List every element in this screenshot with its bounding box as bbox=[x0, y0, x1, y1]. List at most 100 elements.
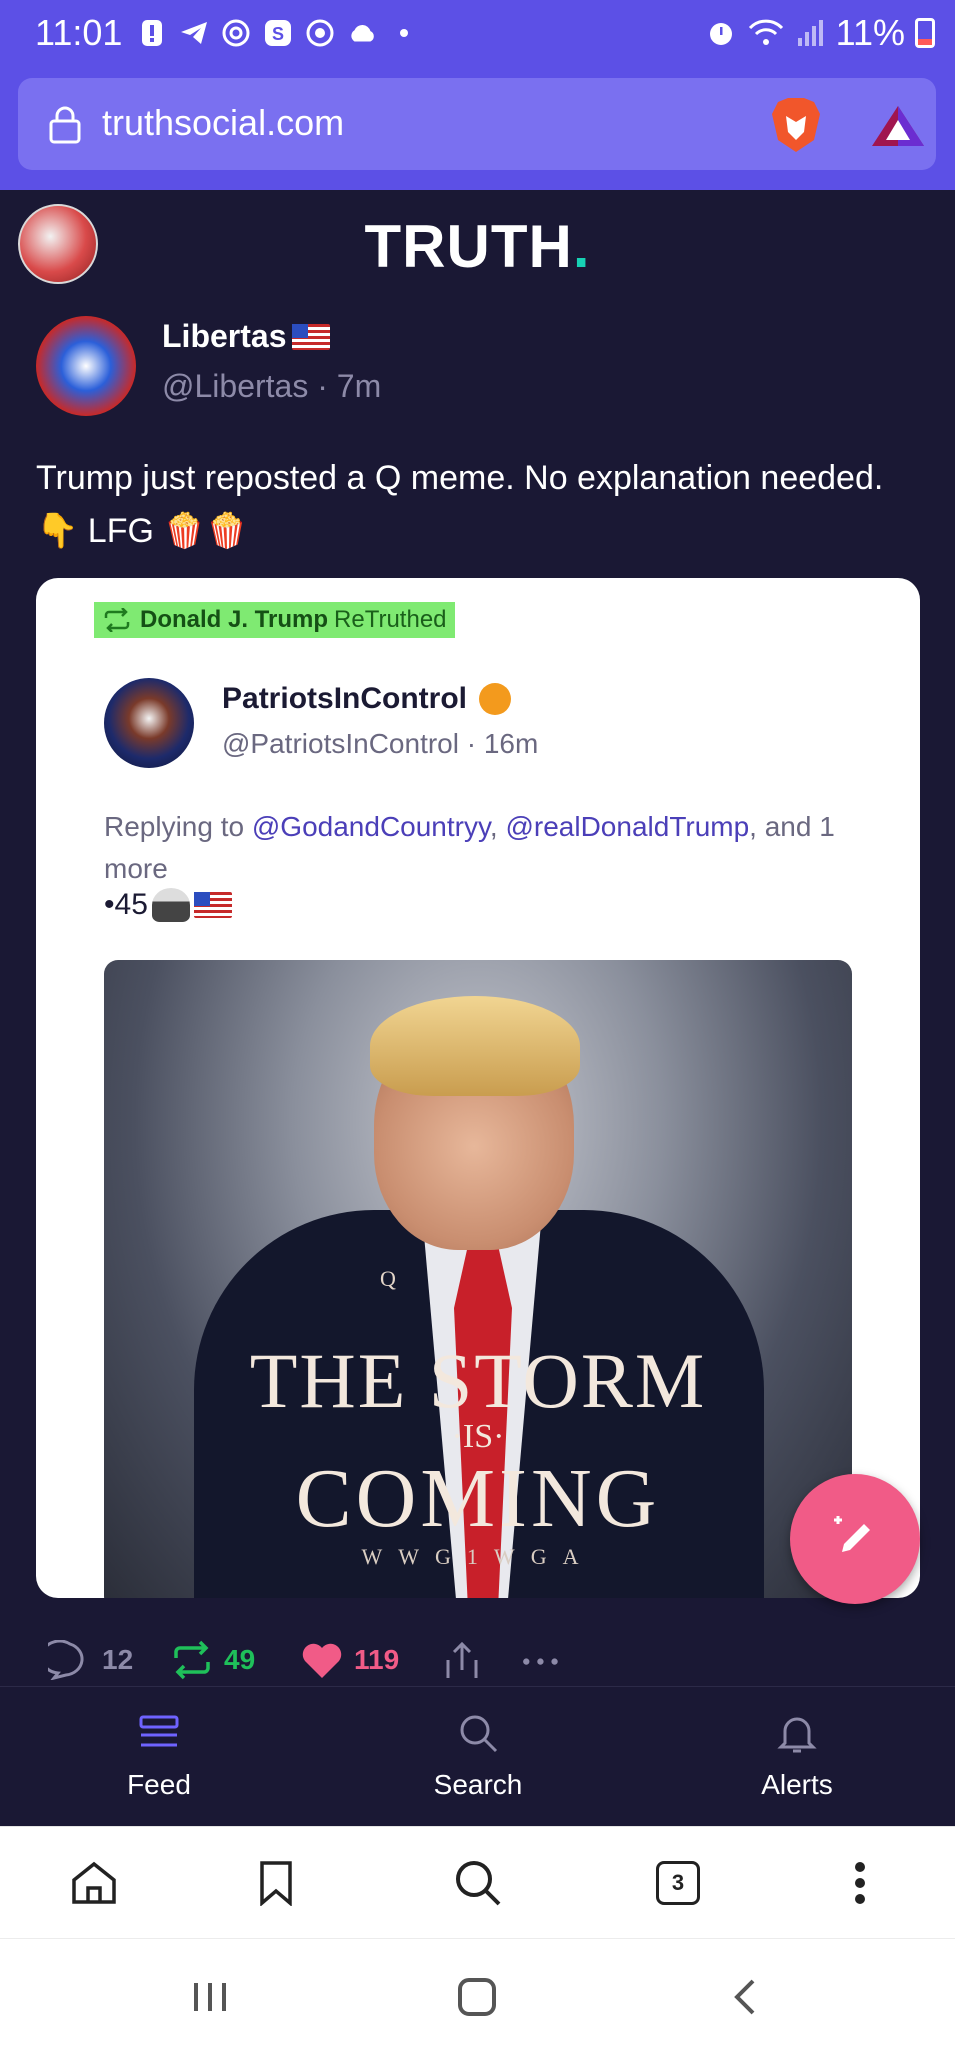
post-image[interactable]: Q THE STORM ·IS· COMING WWG1WGA bbox=[104, 960, 852, 1598]
more-action[interactable] bbox=[520, 1640, 564, 1680]
url-text[interactable]: truthsocial.com bbox=[102, 102, 344, 144]
reply-icon bbox=[48, 1640, 84, 1680]
system-navigation-bar bbox=[0, 1938, 955, 2048]
search-icon bbox=[456, 1861, 501, 1906]
svg-text:S: S bbox=[272, 24, 284, 44]
battery-percent: 11% bbox=[835, 12, 905, 53]
image-title-line3: COMING bbox=[295, 1452, 661, 1545]
skype-icon: S bbox=[263, 18, 293, 48]
battery-icon bbox=[915, 18, 935, 48]
tab-feed-label: Feed bbox=[127, 1769, 191, 1800]
quoted-handle-row: @PatriotsInControl · 16m bbox=[222, 728, 538, 760]
browser-search-button[interactable] bbox=[450, 1857, 506, 1909]
eagle-emoji-icon bbox=[151, 888, 190, 922]
truth-logo[interactable]: TRUTH. bbox=[0, 212, 955, 281]
image-title-line1: THE STORM bbox=[249, 1337, 707, 1424]
signal-icon bbox=[797, 20, 823, 46]
more-notifications-icon bbox=[389, 18, 419, 48]
retruth-banner[interactable]: Donald J. Trump ReTruthed bbox=[94, 602, 455, 638]
home-square-icon bbox=[458, 1978, 496, 2016]
bookmarks-button[interactable] bbox=[248, 1857, 304, 1909]
image-q-letter: Q bbox=[380, 1266, 396, 1291]
retruth-card[interactable]: Donald J. Trump ReTruthed PatriotsInCont… bbox=[36, 578, 920, 1598]
tabs-button[interactable]: 3 bbox=[650, 1857, 706, 1909]
separator-dot: · bbox=[317, 368, 337, 404]
author-avatar[interactable] bbox=[36, 316, 136, 416]
quoted-time[interactable]: 16m bbox=[484, 728, 538, 759]
quoted-author-name-row[interactable]: PatriotsInControl bbox=[222, 682, 511, 716]
separator-dot: · bbox=[466, 728, 484, 759]
status-time: 11:01 bbox=[35, 12, 123, 53]
heart-icon bbox=[302, 1643, 342, 1678]
lock-icon[interactable] bbox=[48, 106, 82, 144]
browser-toolbar: truthsocial.com bbox=[0, 72, 955, 190]
image-title-line4: WWG1WGA bbox=[361, 1544, 595, 1569]
more-horizontal-icon bbox=[523, 1658, 558, 1665]
author-handle[interactable]: @Libertas bbox=[162, 368, 308, 404]
logo-dot: . bbox=[572, 213, 591, 280]
app-tab-bar: Feed Search Alerts bbox=[0, 1686, 955, 1826]
app-header: TRUTH. bbox=[0, 190, 955, 300]
compose-pencil-icon bbox=[834, 1516, 870, 1552]
tab-alerts[interactable]: Alerts bbox=[697, 1711, 897, 1801]
like-count: 119 bbox=[354, 1644, 400, 1675]
share-icon bbox=[446, 1641, 478, 1678]
image-hair bbox=[370, 996, 580, 1096]
status-notification-icons: S bbox=[137, 18, 419, 48]
replying-prefix: Replying to bbox=[104, 811, 245, 842]
search-icon bbox=[460, 1715, 498, 1753]
system-home-button[interactable] bbox=[447, 1975, 507, 2019]
retruth-user[interactable]: Donald J. Trump bbox=[140, 606, 328, 634]
author-name-row[interactable]: Libertas bbox=[162, 318, 331, 355]
logo-text: TRUTH bbox=[364, 213, 573, 280]
tab-search[interactable]: Search bbox=[378, 1711, 578, 1801]
author-name[interactable]: Libertas bbox=[162, 318, 286, 355]
bell-icon bbox=[777, 1717, 817, 1753]
reply-action[interactable]: 12 bbox=[48, 1640, 133, 1680]
recent-apps-button[interactable] bbox=[180, 1975, 240, 2019]
mention-link[interactable]: @realDonaldTrump bbox=[505, 811, 749, 842]
compose-button[interactable] bbox=[790, 1474, 920, 1604]
post-time[interactable]: 7m bbox=[337, 368, 381, 404]
quoted-text-value: •45 bbox=[104, 888, 148, 921]
cloud-icon bbox=[347, 18, 377, 48]
weather-icon bbox=[305, 18, 335, 48]
back-chevron-icon bbox=[734, 1979, 755, 2015]
threads-icon bbox=[221, 18, 251, 48]
quoted-author-handle[interactable]: @PatriotsInControl bbox=[222, 728, 459, 759]
retruth-icon bbox=[174, 1640, 210, 1680]
tab-count: 3 bbox=[656, 1861, 700, 1905]
telegram-icon bbox=[179, 18, 209, 48]
tab-alerts-label: Alerts bbox=[761, 1769, 833, 1800]
address-bar[interactable]: truthsocial.com bbox=[18, 78, 936, 170]
home-button[interactable] bbox=[66, 1857, 122, 1909]
mention-link[interactable]: @GodandCountryy bbox=[252, 811, 490, 842]
replying-to: Replying to @GodandCountryy, @realDonald… bbox=[104, 806, 884, 890]
retruth-count: 49 bbox=[224, 1644, 256, 1675]
alert-icon bbox=[137, 18, 167, 48]
quoted-author-avatar[interactable] bbox=[104, 678, 194, 768]
post-actions: 12 49 119 bbox=[0, 1640, 955, 1690]
browser-bottom-bar: 3 bbox=[0, 1826, 955, 1938]
like-action[interactable]: 119 bbox=[300, 1640, 399, 1680]
status-right-icons: 11% bbox=[706, 12, 935, 54]
us-flag-icon bbox=[193, 892, 232, 918]
share-action[interactable] bbox=[440, 1640, 484, 1680]
reply-count: 12 bbox=[102, 1644, 134, 1675]
retruth-icon bbox=[104, 608, 130, 632]
tab-search-label: Search bbox=[433, 1769, 523, 1800]
quoted-text: •45 bbox=[104, 888, 232, 922]
quoted-author-name[interactable]: PatriotsInControl bbox=[222, 682, 467, 716]
more-vertical-icon bbox=[855, 1862, 865, 1904]
system-back-button[interactable] bbox=[714, 1975, 774, 2019]
brave-rewards-icon[interactable] bbox=[870, 104, 926, 148]
wifi-icon bbox=[748, 19, 783, 45]
menu-button[interactable] bbox=[832, 1857, 888, 1909]
recent-apps-icon bbox=[194, 1983, 226, 2011]
brave-shields-icon[interactable] bbox=[770, 96, 822, 154]
status-bar: 11:01 S 11% bbox=[0, 0, 955, 72]
feed-icon bbox=[139, 1715, 179, 1747]
retruth-label: ReTruthed bbox=[334, 606, 447, 633]
tab-feed[interactable]: Feed bbox=[59, 1711, 259, 1801]
retruth-action[interactable]: 49 bbox=[170, 1640, 255, 1680]
